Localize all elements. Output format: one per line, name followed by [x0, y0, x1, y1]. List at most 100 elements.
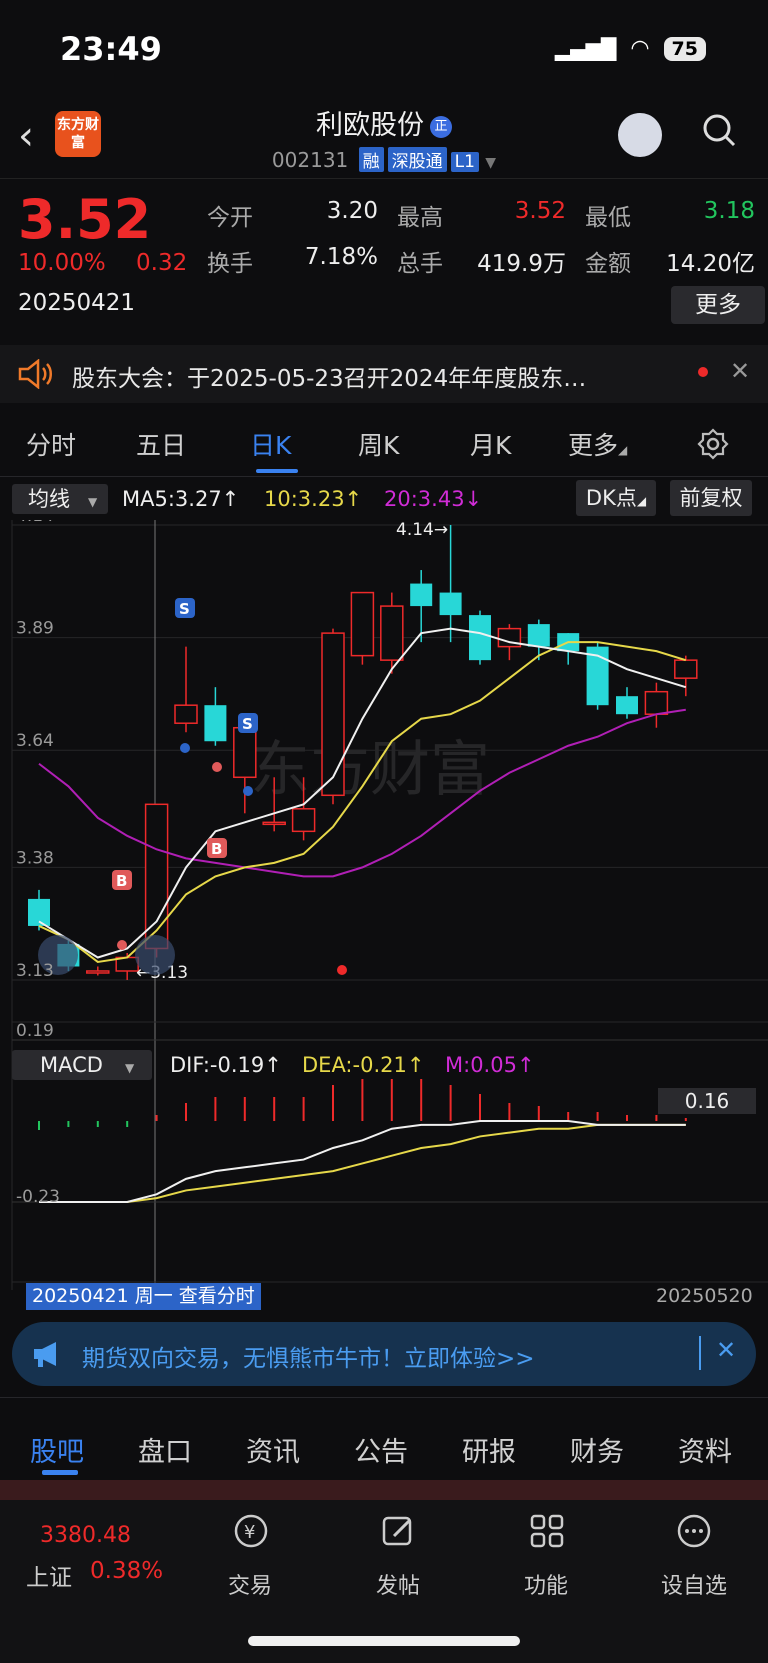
- signal-dot: [212, 762, 222, 772]
- adjust-button[interactable]: 前复权: [670, 480, 752, 516]
- dea-line: [39, 1123, 686, 1203]
- candle: [291, 808, 316, 833]
- home-indicator: [248, 1636, 520, 1646]
- signal-dot: [180, 743, 190, 753]
- tab-yanbao[interactable]: 研报: [462, 1430, 516, 1469]
- candle: [674, 659, 698, 679]
- bottom-tab-indicator: [42, 1470, 78, 1475]
- field-value: 7.18%: [304, 244, 378, 270]
- tab-guba[interactable]: 股吧: [30, 1430, 84, 1469]
- tab-caiwu[interactable]: 财务: [570, 1430, 624, 1469]
- macd-select[interactable]: MACD ▼: [12, 1050, 152, 1080]
- ma-select[interactable]: 均线 ▼: [12, 484, 108, 514]
- tab-ziliao[interactable]: 资料: [678, 1430, 732, 1469]
- candle: [144, 803, 169, 950]
- tab-pankou[interactable]: 盘口: [138, 1430, 192, 1469]
- footer-post[interactable]: 发帖: [358, 1568, 438, 1600]
- candle: [262, 821, 286, 826]
- macd-m-label: M:0.05↑: [445, 1053, 535, 1077]
- search-icon[interactable]: [702, 113, 736, 147]
- zheng-badge: 正: [430, 115, 452, 138]
- status-bar: 23:49 ▂▄▆█ ◠ 75: [0, 0, 768, 100]
- footer-add-watchlist[interactable]: 设自选: [654, 1568, 734, 1600]
- price-axis-label: 3.64: [16, 731, 54, 751]
- price-axis-label: 3.13: [16, 961, 54, 981]
- ma10-label: 10:3.23↑: [264, 487, 363, 511]
- candle: [204, 705, 227, 742]
- view-intraday-link[interactable]: 20250421 周一 查看分时: [26, 1283, 261, 1310]
- field-label: 最高: [397, 205, 443, 231]
- candle: [350, 591, 375, 657]
- ma5-label: MA5:3.27↑: [122, 487, 240, 511]
- macd-axis-label: 0.19: [16, 1021, 54, 1041]
- ma20-label: 20:3.43↓: [384, 487, 483, 511]
- tab-monthly-k[interactable]: 月K: [470, 426, 511, 462]
- settings-gear-icon[interactable]: [697, 428, 729, 460]
- dk-point-button[interactable]: DK点◢: [576, 480, 656, 516]
- index-value[interactable]: 3380.48: [40, 1523, 131, 1548]
- field-value: 3.52: [514, 198, 566, 224]
- quote-date: 20250421: [18, 290, 136, 316]
- footer-trade[interactable]: 交易: [210, 1568, 290, 1600]
- expand-caret-icon[interactable]: ▼: [485, 155, 496, 171]
- tab-weekly-k[interactable]: 周K: [358, 426, 399, 462]
- clock: 23:49: [60, 30, 162, 68]
- dea-label: DEA:-0.21↑: [302, 1053, 425, 1077]
- ad-text: 期货双向交易，无惧熊市牛市！立即体验>>: [82, 1346, 535, 1372]
- tab-zixun[interactable]: 资讯: [246, 1430, 300, 1469]
- battery-icon: 75: [663, 36, 706, 61]
- sell-marker-text: S: [179, 600, 190, 618]
- index-pct[interactable]: 0.38%: [90, 1558, 163, 1584]
- footer-function[interactable]: 功能: [506, 1568, 586, 1600]
- close-ad-icon[interactable]: ✕: [716, 1336, 736, 1364]
- dif-line: [39, 1120, 686, 1203]
- macd-axis-label: -0.23: [16, 1187, 60, 1207]
- high-annotation: 4.14→: [396, 520, 448, 540]
- tag-rong: 融: [358, 147, 384, 172]
- candle: [321, 632, 345, 797]
- speaker-icon: [18, 359, 52, 389]
- signal-dot: [117, 940, 127, 950]
- tab-fenshi[interactable]: 分时: [26, 426, 76, 462]
- tab-gonggao[interactable]: 公告: [354, 1430, 408, 1469]
- stock-header: ‹ 东方财富 利欧股份正 002131 融深股通 L1 ▼: [0, 95, 768, 177]
- post-edit-icon[interactable]: [380, 1512, 418, 1550]
- candle: [644, 690, 669, 715]
- tab-daily-k[interactable]: 日K: [250, 426, 291, 462]
- scrolled-post-strip: [0, 1480, 768, 1500]
- field-value: 14.20亿: [666, 251, 755, 277]
- kline-chart[interactable]: 东方财富 4.14→←3.13SSBB 4.143.893.643.383.13…: [0, 520, 768, 1310]
- more-button[interactable]: 更多: [671, 286, 765, 324]
- signal-dot: [337, 965, 347, 975]
- buy-marker-text: B: [211, 840, 222, 858]
- ad-banner[interactable]: 期货双向交易，无惧熊市牛市！立即体验>> ✕: [12, 1322, 756, 1386]
- notice-bar[interactable]: 股东大会：于2025-05-23召开2024年年度股东… ✕: [0, 345, 768, 403]
- field-label: 最低: [585, 205, 631, 231]
- tab-wuri[interactable]: 五日: [136, 426, 186, 462]
- stock-code: 002131: [271, 148, 349, 172]
- function-grid-icon[interactable]: [528, 1512, 566, 1550]
- index-name[interactable]: 上证: [26, 1558, 72, 1592]
- candle: [174, 704, 198, 724]
- trade-yen-icon[interactable]: ¥: [232, 1512, 270, 1550]
- macd-cursor-value: 0.16: [658, 1088, 756, 1114]
- watermark: 东方财富: [250, 735, 490, 805]
- close-icon[interactable]: ✕: [730, 357, 750, 385]
- tag-l1: L1: [450, 152, 479, 172]
- watchlist-more-icon[interactable]: [675, 1512, 713, 1550]
- candle: [439, 592, 462, 616]
- field-label: 换手: [207, 251, 253, 277]
- signal-dot: [243, 786, 253, 796]
- robot-assistant-icon[interactable]: [618, 113, 662, 157]
- candle: [86, 970, 110, 974]
- candle: [469, 615, 491, 661]
- tab-more[interactable]: 更多◢: [568, 426, 627, 462]
- active-tab-indicator: [256, 469, 298, 473]
- wifi-icon: ◠: [630, 36, 650, 61]
- scroll-right-handle: [135, 935, 175, 975]
- change-pct: 10.00%: [18, 250, 106, 276]
- field-value: 3.20: [326, 198, 378, 224]
- period-tabs: 分时 五日 日K 周K 月K 更多◢: [0, 412, 768, 474]
- field-label: 金额: [585, 251, 631, 277]
- change-amount: 0.32: [136, 250, 188, 276]
